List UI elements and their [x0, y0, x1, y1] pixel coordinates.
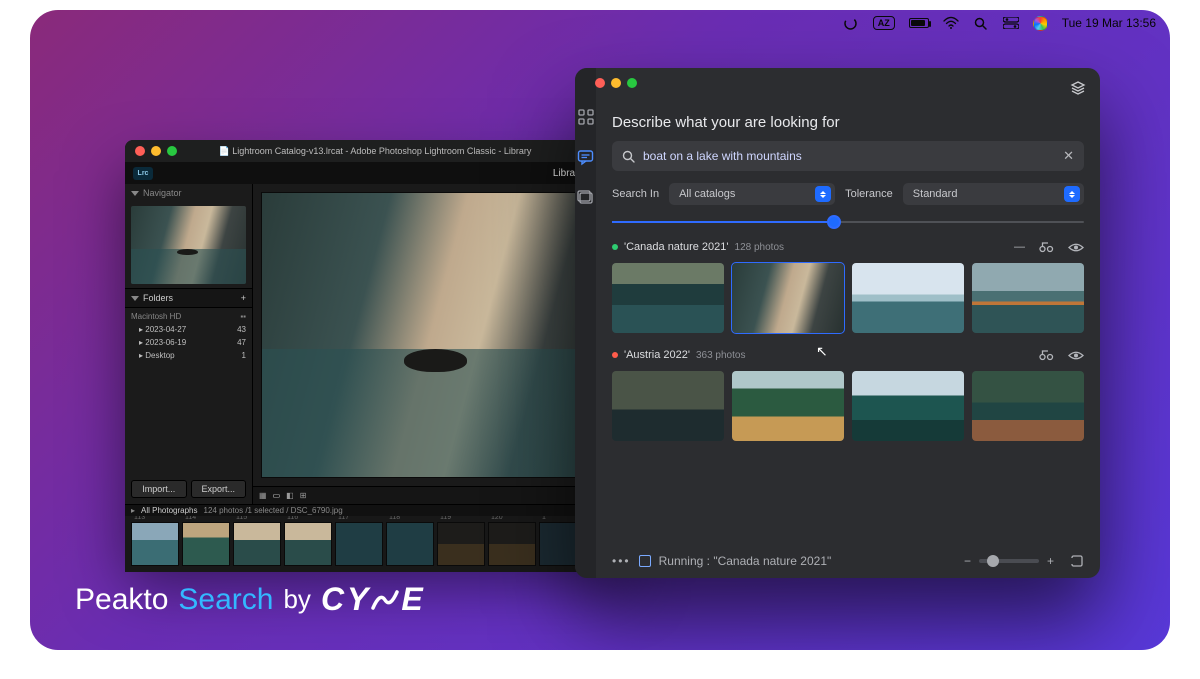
result-group-title[interactable]: 'Canada nature 2021': [624, 241, 729, 253]
eye-icon[interactable]: [1068, 242, 1084, 253]
spotlight-icon[interactable]: [973, 15, 989, 31]
battery-icon[interactable]: [909, 18, 929, 28]
control-center-icon[interactable]: [1003, 15, 1019, 31]
filmstrip-thumb[interactable]: 119: [437, 522, 485, 566]
export-button[interactable]: Export...: [191, 480, 247, 498]
search-input[interactable]: [643, 149, 1055, 163]
open-external-icon[interactable]: [1039, 241, 1054, 253]
result-thumbnail[interactable]: [972, 371, 1084, 441]
chevron-down-icon[interactable]: [131, 296, 139, 301]
result-thumbnail[interactable]: [612, 371, 724, 441]
maximize-window-button[interactable]: [627, 78, 637, 88]
grid-icon[interactable]: [577, 108, 595, 126]
zoom-slider[interactable]: [979, 559, 1039, 563]
filmstrip-thumb[interactable]: 120: [488, 522, 536, 566]
brand-by: by: [283, 584, 310, 615]
filmstrip-thumb[interactable]: 116: [284, 522, 332, 566]
lightroom-left-panel: Navigator Folders + Macintosh HD▪▪ ▸ 2023…: [125, 184, 253, 504]
select-chevron-icon: [815, 186, 831, 202]
status-text: Running : "Canada nature 2021": [659, 554, 832, 568]
search-icon: [622, 150, 635, 163]
eye-icon[interactable]: [1068, 350, 1084, 361]
brand-search: Search: [178, 583, 273, 617]
layers-icon[interactable]: [1070, 80, 1086, 96]
fullscreen-icon[interactable]: [1070, 554, 1084, 568]
tolerance-slider[interactable]: [612, 219, 1084, 225]
filmstrip-thumb[interactable]: 114: [182, 522, 230, 566]
filmstrip-info: 124 photos /1 selected / DSC_6790.jpg: [204, 506, 343, 515]
import-button[interactable]: Import...: [131, 480, 187, 498]
filmstrip-thumb[interactable]: 115: [233, 522, 281, 566]
status-dot-icon: [612, 352, 618, 358]
navigator-header: Navigator: [143, 188, 182, 198]
zoom-in-button[interactable]: +: [1047, 554, 1054, 568]
open-external-icon[interactable]: [1039, 349, 1054, 361]
result-group-title[interactable]: 'Austria 2022': [624, 349, 690, 361]
result-thumbnail[interactable]: [852, 263, 964, 333]
status-indicator-icon: [639, 555, 651, 567]
select-chevron-icon: [1064, 186, 1080, 202]
loupe-view[interactable]: [261, 192, 617, 478]
filmstrip-source[interactable]: All Photographs: [141, 506, 197, 515]
loupe-view-icon[interactable]: ▭: [273, 491, 281, 500]
filmstrip[interactable]: 113 114 115 116 117 118 119 120 1: [125, 516, 625, 572]
filmstrip-thumb[interactable]: 117: [335, 522, 383, 566]
folders-header: Folders: [143, 293, 173, 303]
tolerance-label: Tolerance: [845, 188, 893, 200]
lightroom-logo-icon: Lrc: [133, 167, 153, 180]
zoom-out-button[interactable]: −: [964, 554, 971, 568]
search-prompt-label: Describe what your are looking for: [612, 114, 1084, 131]
compare-view-icon[interactable]: ◧: [286, 491, 294, 500]
navigator-preview[interactable]: [131, 206, 246, 284]
lightroom-window: 📄 Lightroom Catalog-v13.lrcat - Adobe Ph…: [125, 140, 625, 555]
peakto-search-window: Describe what your are looking for ✕ Sea…: [575, 68, 1100, 578]
macos-menubar: AZ Tue 19 Mar 13:56: [843, 10, 1170, 36]
cyme-logo-icon: [371, 586, 399, 614]
drive-item[interactable]: Macintosh HD▪▪: [125, 310, 252, 323]
chat-search-icon[interactable]: [577, 148, 595, 166]
collapse-icon[interactable]: —: [1014, 241, 1025, 253]
brand-peakto: Peakto: [75, 583, 168, 617]
siri-icon[interactable]: [1033, 16, 1048, 31]
input-source-indicator[interactable]: AZ: [873, 16, 895, 30]
chevron-down-icon[interactable]: [131, 191, 139, 196]
tolerance-select[interactable]: Standard: [903, 183, 1084, 205]
status-dot-icon: [612, 244, 618, 250]
filmstrip-thumb[interactable]: 113: [131, 522, 179, 566]
brand-footer: Peakto Search by CY E: [75, 581, 424, 618]
search-in-label: Search In: [612, 188, 659, 200]
slider-handle[interactable]: [827, 215, 841, 229]
image-stack-icon[interactable]: [577, 188, 595, 206]
minimize-window-button[interactable]: [611, 78, 621, 88]
result-thumbnail[interactable]: [732, 263, 844, 333]
result-group-count: 363 photos: [696, 350, 746, 361]
loading-spinner-icon: [843, 15, 859, 31]
result-thumbnail[interactable]: [732, 371, 844, 441]
filmstrip-toggle-icon[interactable]: ▸: [131, 506, 135, 515]
result-group-count: 128 photos: [735, 242, 785, 253]
close-window-button[interactable]: [595, 78, 605, 88]
result-thumbnail[interactable]: [972, 263, 1084, 333]
brand-cyme: CY E: [321, 581, 424, 618]
filmstrip-thumb[interactable]: 118: [386, 522, 434, 566]
slider-handle[interactable]: [987, 555, 999, 567]
folder-item[interactable]: ▸ 2023-04-2743: [125, 323, 252, 336]
grid-view-icon[interactable]: ▦: [259, 491, 267, 500]
peakto-sidebar: [575, 68, 596, 578]
window-title: 📄 Lightroom Catalog-v13.lrcat - Adobe Ph…: [125, 146, 625, 157]
clear-search-button[interactable]: ✕: [1063, 148, 1074, 164]
folder-item[interactable]: ▸ Desktop1: [125, 349, 252, 362]
window-titlebar[interactable]: 📄 Lightroom Catalog-v13.lrcat - Adobe Ph…: [125, 140, 625, 162]
search-field[interactable]: ✕: [612, 141, 1084, 171]
menubar-datetime[interactable]: Tue 19 Mar 13:56: [1062, 16, 1156, 30]
more-menu-button[interactable]: •••: [612, 554, 631, 568]
wifi-icon[interactable]: [943, 15, 959, 31]
search-in-select[interactable]: All catalogs: [669, 183, 835, 205]
plus-icon[interactable]: +: [241, 293, 246, 303]
toolbar: ▦ ▭ ◧ ⊞: [253, 486, 625, 504]
result-thumbnail[interactable]: [852, 371, 964, 441]
folder-item[interactable]: ▸ 2023-06-1947: [125, 336, 252, 349]
result-thumbnail[interactable]: [612, 263, 724, 333]
survey-view-icon[interactable]: ⊞: [300, 491, 307, 500]
